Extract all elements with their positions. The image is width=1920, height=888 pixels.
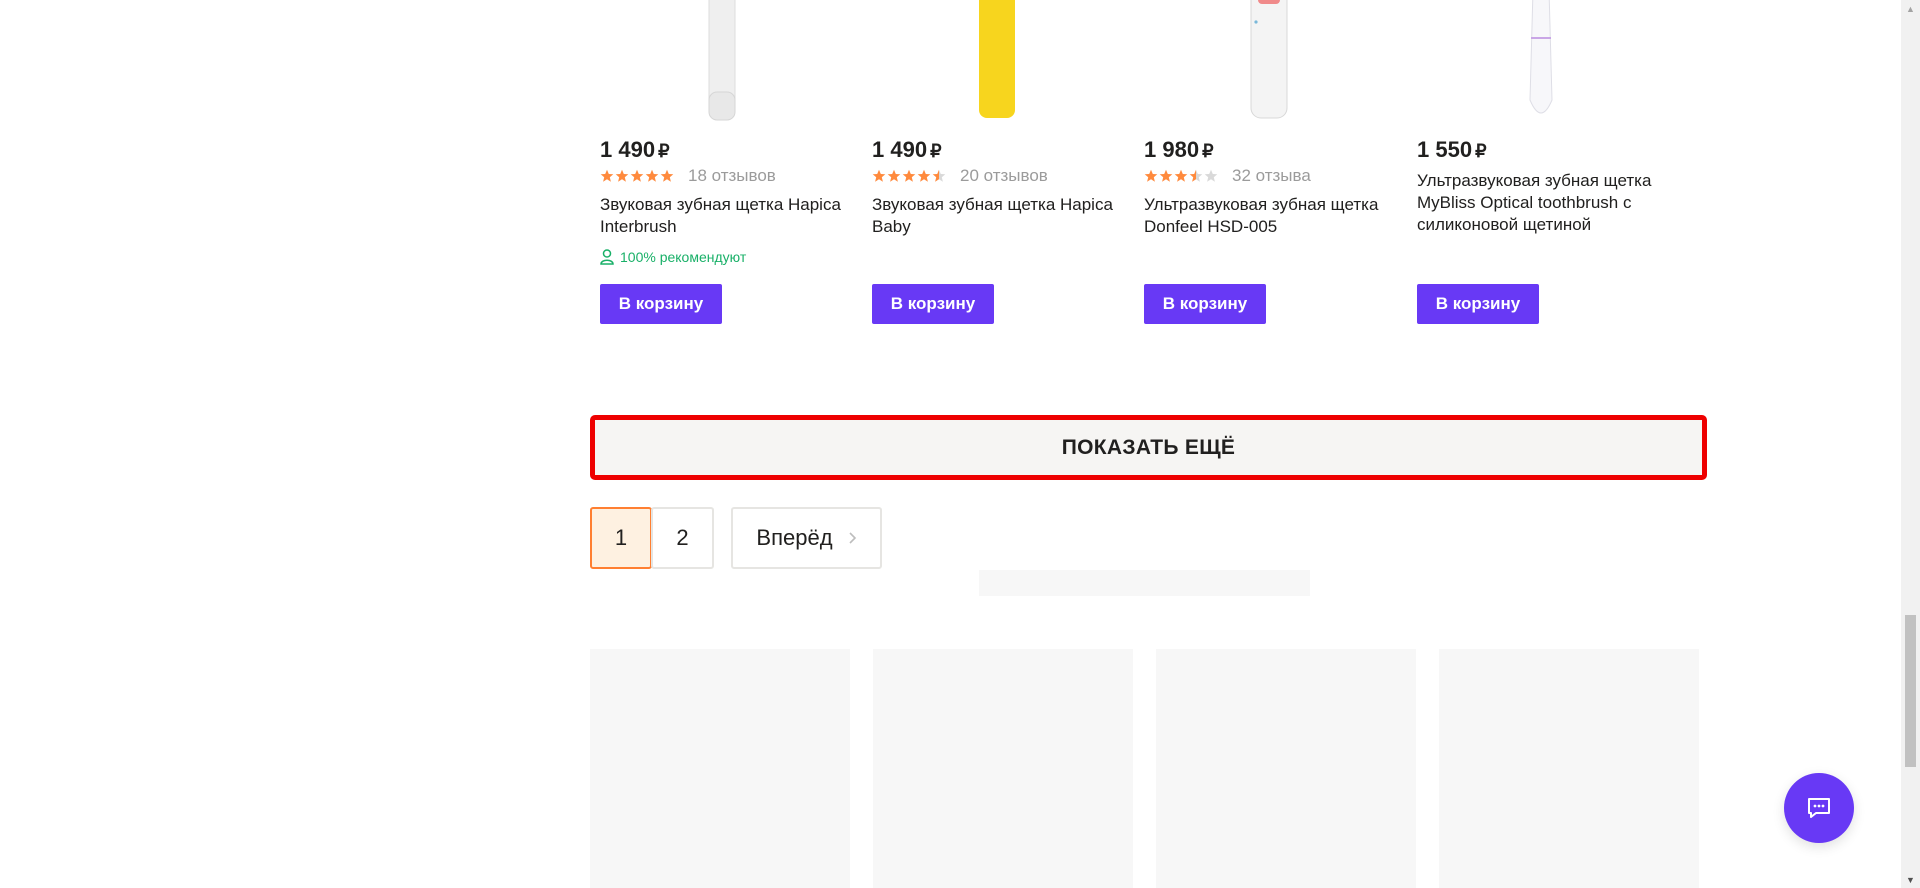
reviews-link[interactable]: 20 отзывов (960, 166, 1048, 186)
product-image[interactable] (863, 0, 1123, 125)
product-rating: 18 отзывов (600, 166, 776, 186)
loading-card-placeholder (590, 649, 850, 888)
scroll-up-arrow-icon[interactable]: ▲ (1901, 0, 1920, 17)
star-icon (660, 169, 674, 182)
pagination-next-label: Вперёд (756, 525, 833, 550)
page: 1 490 ₽ 18 отзывов Звуковая зубная щетка … (0, 0, 1901, 888)
star-icon (1159, 169, 1173, 182)
recommend-badge: 100% рекомендуют (600, 249, 746, 265)
chevron-right-icon (848, 532, 856, 544)
product-title[interactable]: Ультразвуковая зубная щетка Donfeel HSD-… (1144, 194, 1399, 238)
product-title[interactable]: Звуковая зубная щетка Hapica Baby (872, 194, 1127, 238)
show-more-button[interactable]: ПОКАЗАТЬ ЕЩЁ (590, 415, 1707, 480)
star-icon (902, 169, 916, 182)
rating-stars (1144, 169, 1218, 183)
product-image[interactable] (1135, 0, 1395, 125)
product-price: 1 490 ₽ (872, 137, 942, 162)
star-icon (1189, 169, 1203, 182)
chat-button[interactable] (1784, 773, 1854, 843)
rating-stars (872, 169, 946, 183)
scroll-thumb[interactable] (1905, 615, 1916, 767)
product-price: 1 490 ₽ (600, 137, 670, 162)
star-icon (645, 169, 659, 182)
star-icon (1144, 169, 1158, 182)
product-price: 1 550 ₽ (1417, 137, 1487, 162)
star-icon (630, 169, 644, 182)
loading-card-placeholder (1156, 649, 1416, 888)
rating-stars (600, 169, 674, 183)
star-icon (887, 169, 901, 182)
add-to-cart-button[interactable]: В корзину (1417, 284, 1539, 324)
product-image[interactable] (591, 0, 851, 125)
add-to-cart-button[interactable]: В корзину (1144, 284, 1266, 324)
reviews-link[interactable]: 32 отзыва (1232, 166, 1311, 186)
star-icon (600, 169, 614, 182)
pagination-page-2[interactable]: 2 (651, 507, 714, 569)
chat-bubble-icon (1808, 798, 1830, 818)
product-title[interactable]: Звуковая зубная щетка Hapica Interbrush (600, 194, 855, 238)
product-rating: 20 отзывов (872, 166, 1048, 186)
pagination-next-button[interactable]: Вперёд (731, 507, 882, 569)
product-price: 1 980 ₽ (1144, 137, 1214, 162)
loading-card-placeholder (873, 649, 1133, 888)
pagination-page-1[interactable]: 1 (590, 507, 652, 569)
recommend-text: 100% рекомендуют (620, 249, 747, 265)
loading-placeholder (979, 570, 1310, 596)
star-icon (1174, 169, 1188, 182)
loading-card-placeholder (1439, 649, 1699, 888)
add-to-cart-button[interactable]: В корзину (600, 284, 722, 324)
star-icon (1204, 169, 1218, 182)
star-icon (917, 169, 931, 182)
person-icon (600, 249, 614, 265)
product-title[interactable]: Ультразвуковая зубная щетка MyBliss Opti… (1417, 170, 1672, 236)
star-icon (615, 169, 629, 182)
add-to-cart-button[interactable]: В корзину (872, 284, 994, 324)
vertical-scrollbar[interactable]: ▲ ▼ (1901, 0, 1920, 888)
star-icon (872, 169, 886, 182)
product-rating: 32 отзыва (1144, 166, 1311, 186)
reviews-link[interactable]: 18 отзывов (688, 166, 776, 186)
star-icon (932, 169, 946, 182)
product-image[interactable] (1408, 0, 1668, 125)
scroll-down-arrow-icon[interactable]: ▼ (1901, 871, 1920, 888)
